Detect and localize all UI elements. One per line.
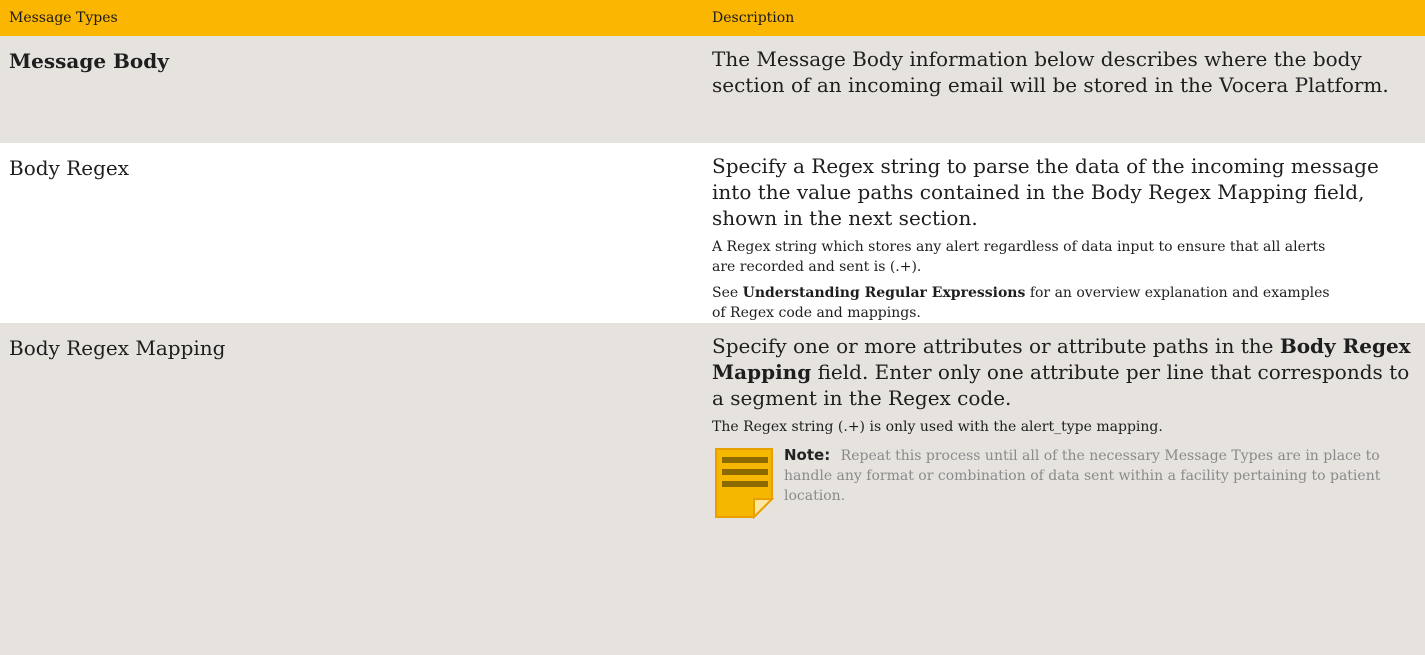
desc-prefix: Specify one or more attributes or attrib… [712,334,1274,358]
table-row: Body Regex Specify a Regex string to par… [0,143,1425,323]
table-row: Message Body The Message Body informatio… [0,36,1425,143]
note-text: Note: Repeat this process until all of t… [784,445,1417,506]
see-prefix: See [712,285,739,301]
description-text: The Message Body information below descr… [712,47,1389,97]
row-description: The Message Body information below descr… [700,36,1425,143]
row-description: Specify one or more attributes or attrib… [700,323,1425,655]
note-callout: Note: Repeat this process until all of t… [714,445,1417,519]
message-types-table: Message Types Description Message Body T… [0,0,1425,655]
note-body: Repeat this process until all of the nec… [784,448,1381,504]
row-name-body-regex-mapping: Body Regex Mapping [9,336,226,360]
row-name-body-regex: Body Regex [9,156,130,180]
note-icon [715,448,775,519]
row-description: Specify a Regex string to parse the data… [700,143,1425,323]
table-header-row: Message Types Description [0,0,1425,36]
note-label: Note: [784,446,831,464]
description-text: Specify one or more attributes or attrib… [712,333,1417,411]
header-description: Description [712,10,795,26]
desc-suffix: field. Enter only one attribute per line… [712,360,1410,410]
regex-usage-note: The Regex string (.+) is only used with … [712,419,1163,435]
table-row: Body Regex Mapping Specify one or more a… [0,323,1425,655]
header-message-types: Message Types [9,10,118,26]
description-text: Specify a Regex string to parse the data… [712,154,1379,230]
see-also-note: See Understanding Regular Expressions fo… [712,283,1417,323]
regex-note: A Regex string which stores any alert re… [712,239,1326,275]
row-name-message-body: Message Body [9,49,169,73]
regex-guide-link[interactable]: Understanding Regular Expressions [743,285,1026,301]
